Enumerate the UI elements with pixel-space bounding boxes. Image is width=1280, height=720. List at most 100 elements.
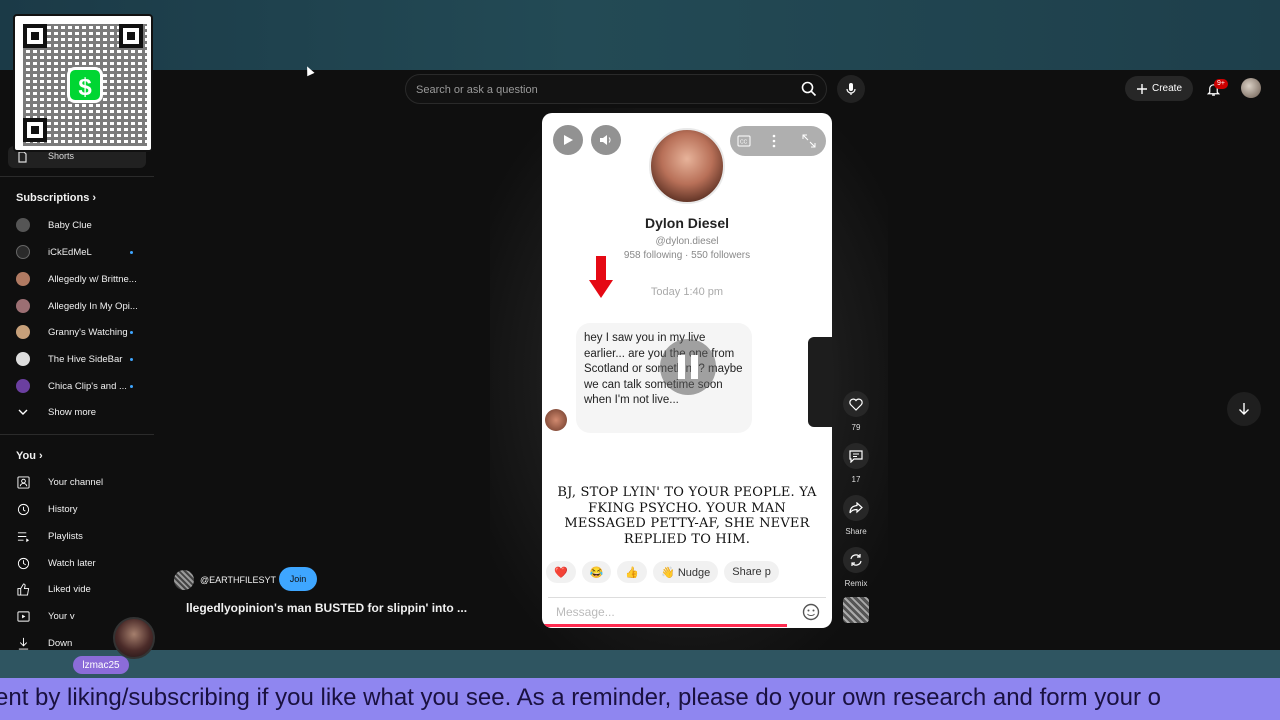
search-button[interactable] bbox=[795, 75, 823, 103]
pause-icon bbox=[691, 355, 698, 379]
clock-icon bbox=[16, 556, 30, 570]
play-icon bbox=[564, 135, 573, 145]
divider bbox=[0, 434, 154, 435]
new-content-dot bbox=[130, 358, 133, 361]
chevron-right-icon: › bbox=[39, 450, 43, 462]
streamer-name-tag: lzmac25 bbox=[73, 656, 129, 674]
reaction-heart[interactable]: ❤️ bbox=[546, 561, 576, 583]
sidebar-item-watch-later[interactable]: Watch later bbox=[16, 553, 146, 573]
share-button[interactable] bbox=[843, 495, 869, 521]
arrow-down-icon bbox=[1239, 403, 1249, 415]
subscriptions-heading[interactable]: Subscriptions › bbox=[16, 192, 96, 204]
pause-icon bbox=[678, 355, 685, 379]
shorts-icon bbox=[18, 151, 27, 163]
share-label: Share bbox=[845, 527, 867, 536]
ticker-text: ent by liking/subscribing if you like wh… bbox=[0, 684, 1161, 711]
voice-search-button[interactable] bbox=[837, 75, 865, 103]
sidebar-item-playlists[interactable]: Playlists bbox=[16, 526, 146, 546]
profile-handle: @dylon.diesel bbox=[655, 236, 719, 247]
you-heading[interactable]: You › bbox=[16, 450, 43, 462]
channel-avatar bbox=[16, 325, 30, 339]
reaction-laugh[interactable]: 😂 bbox=[581, 561, 612, 583]
channel-icon bbox=[16, 475, 30, 489]
create-button[interactable]: Create bbox=[1125, 76, 1193, 101]
download-icon bbox=[16, 636, 30, 650]
play-button[interactable] bbox=[553, 125, 583, 155]
scrolling-ticker: ent by liking/subscribing if you like wh… bbox=[0, 678, 1280, 720]
more-options-icon[interactable] bbox=[772, 134, 776, 148]
remix-icon bbox=[850, 554, 862, 566]
search-box[interactable] bbox=[405, 74, 827, 104]
channel-avatar bbox=[16, 272, 30, 286]
remix-label: Remix bbox=[844, 579, 868, 588]
sidebar-item-history[interactable]: History bbox=[16, 499, 146, 519]
sidebar-item-subscription[interactable]: Allegedly In My Opi... bbox=[16, 296, 146, 316]
comments-button[interactable] bbox=[843, 443, 869, 469]
sidebar-item-subscription[interactable]: The Hive SideBar bbox=[16, 349, 146, 369]
chevron-right-icon: › bbox=[92, 192, 97, 204]
channel-name[interactable]: @EARTHFILESYT bbox=[200, 575, 276, 585]
message-composer bbox=[548, 597, 826, 625]
masthead bbox=[0, 70, 1280, 108]
new-content-dot bbox=[130, 385, 133, 388]
qr-corner bbox=[23, 118, 47, 142]
channel-avatar[interactable] bbox=[174, 570, 194, 590]
pause-overlay[interactable] bbox=[660, 339, 716, 395]
new-content-dot bbox=[130, 331, 133, 334]
profile-name: Dylon Diesel bbox=[644, 215, 730, 231]
volume-button[interactable] bbox=[591, 125, 621, 155]
reaction-share[interactable]: Share p bbox=[724, 561, 779, 583]
shorts-video[interactable]: CC Dylon Diesel @dylon.diesel 958 follow… bbox=[542, 113, 832, 628]
plus-icon bbox=[1136, 83, 1147, 94]
reaction-thumbs-up[interactable]: 👍 bbox=[617, 561, 648, 583]
channel-avatar bbox=[16, 245, 30, 259]
sticker-icon[interactable] bbox=[802, 603, 820, 621]
search-icon bbox=[801, 81, 817, 97]
join-button[interactable]: Join bbox=[279, 567, 317, 591]
reaction-nudge[interactable]: 👋 Nudge bbox=[653, 561, 719, 583]
player-controls: CC bbox=[730, 126, 826, 156]
sidebar-item-subscription[interactable]: Baby Clue bbox=[16, 215, 146, 235]
volume-icon bbox=[600, 135, 611, 145]
comment-count: 17 bbox=[851, 475, 861, 484]
streamer-webcam bbox=[113, 617, 155, 659]
video-progress[interactable] bbox=[542, 624, 787, 627]
message-input[interactable] bbox=[556, 603, 786, 621]
sidebar-item-liked-videos[interactable]: Liked vide bbox=[16, 579, 146, 599]
video-title[interactable]: llegedlyopinion's man BUSTED for slippin… bbox=[186, 601, 486, 615]
sidebar-item-subscription[interactable]: Chica Clip's and ... bbox=[16, 376, 146, 396]
chevron-down-icon bbox=[16, 405, 30, 419]
sender-avatar bbox=[545, 409, 567, 431]
reaction-bar: ❤️ 😂 👍 👋 Nudge Share p bbox=[546, 559, 832, 585]
sidebar-item-your-channel[interactable]: Your channel bbox=[16, 472, 146, 492]
sidebar-item-subscription[interactable]: iCkEdMeL bbox=[16, 242, 146, 262]
show-more-button[interactable]: Show more bbox=[16, 402, 146, 422]
cashapp-logo-icon: $ bbox=[67, 67, 103, 103]
video-caption: BJ, STOP LYIN' TO YOUR PEOPLE. YA FKING … bbox=[557, 485, 817, 547]
divider bbox=[0, 176, 154, 177]
share-icon bbox=[849, 502, 863, 514]
stream-overlay-bar bbox=[0, 650, 1280, 678]
account-avatar[interactable] bbox=[1241, 78, 1261, 98]
playlist-icon bbox=[16, 529, 30, 543]
channel-avatar bbox=[16, 218, 30, 232]
chat-timestamp: Today 1:40 pm bbox=[650, 286, 724, 298]
remix-button[interactable] bbox=[843, 547, 869, 573]
search-input[interactable] bbox=[416, 81, 786, 99]
channel-avatar bbox=[16, 352, 30, 366]
qr-corner bbox=[119, 24, 143, 48]
phone-edge bbox=[808, 337, 832, 427]
video-icon bbox=[16, 609, 30, 623]
audio-source-thumbnail[interactable] bbox=[843, 597, 869, 623]
notification-badge: 9+ bbox=[1214, 79, 1228, 89]
like-button[interactable] bbox=[843, 391, 869, 417]
next-video-button[interactable] bbox=[1227, 392, 1261, 426]
sidebar-item-subscription[interactable]: Granny's Watching bbox=[16, 322, 146, 342]
sidebar-item-subscription[interactable]: Allegedly w/ Brittne... bbox=[16, 269, 146, 289]
captions-icon[interactable]: CC bbox=[737, 135, 751, 147]
thumbs-up-icon bbox=[16, 582, 30, 596]
profile-stats: 958 following · 550 followers bbox=[623, 250, 751, 261]
microphone-icon bbox=[846, 83, 856, 95]
comment-icon bbox=[849, 449, 863, 463]
fullscreen-icon[interactable] bbox=[802, 134, 816, 148]
